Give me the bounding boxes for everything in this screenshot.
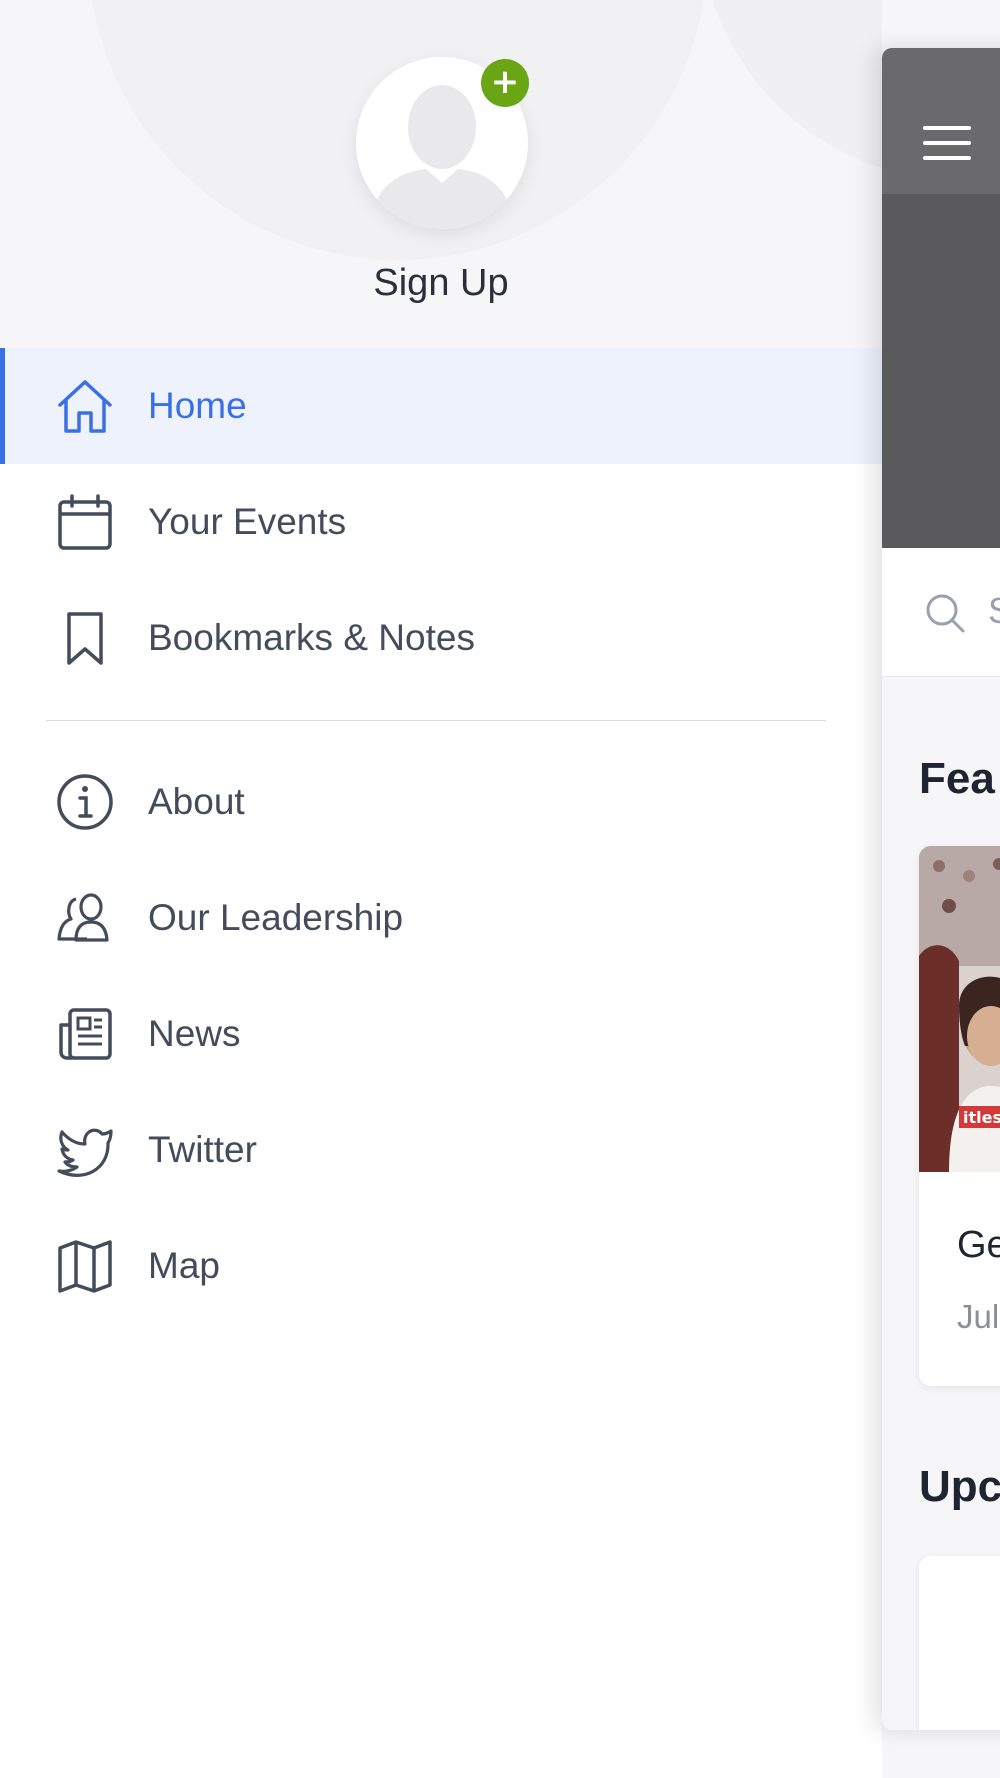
search-icon [926, 594, 965, 633]
svg-text:itless: itless [963, 1108, 1000, 1127]
menu-item-map[interactable]: Map [0, 1208, 882, 1324]
menu-item-our-leadership[interactable]: Our Leadership [0, 860, 882, 976]
main-screen-peek[interactable]: S Fea itless Ge Jul Upc [882, 48, 1000, 1730]
featured-section-title: Fea [919, 754, 995, 803]
menu-item-bookmarks-notes[interactable]: Bookmarks & Notes [0, 580, 882, 696]
drawer-header: + Sign Up [0, 0, 882, 348]
upcoming-event-card[interactable] [919, 1556, 1000, 1730]
menu-item-twitter[interactable]: Twitter [0, 1092, 882, 1208]
hamburger-menu-icon[interactable] [923, 126, 971, 160]
featured-event-card[interactable]: itless Ge Jul [919, 846, 1000, 1386]
search-placeholder: S [988, 590, 1000, 632]
menu-item-label: Home [148, 385, 247, 426]
home-icon [58, 380, 112, 433]
calendar-icon [58, 494, 112, 550]
info-icon [57, 774, 113, 830]
menu-item-label: About [148, 781, 245, 822]
event-date: Jul [957, 1298, 1000, 1335]
add-photo-button[interactable]: + [481, 59, 529, 107]
sign-up-link[interactable]: Sign Up [0, 262, 882, 305]
menu-item-label: Your Events [148, 501, 347, 542]
people-icon [57, 893, 109, 942]
upcoming-section-title: Upc [919, 1462, 1000, 1511]
menu-item-about[interactable]: About [0, 744, 882, 860]
decorative-circle [700, 0, 882, 180]
twitter-icon [57, 1128, 113, 1177]
newspaper-icon [59, 1008, 112, 1060]
menu-item-home[interactable]: Home [0, 348, 882, 464]
menu-item-label: Map [148, 1245, 220, 1286]
top-bar [882, 48, 1000, 194]
drawer-menu: Home Your Events Bookmarks & Notes About… [0, 348, 882, 1324]
menu-item-label: Our Leadership [148, 897, 404, 938]
bookmark-icon [67, 612, 103, 665]
navigation-drawer: + Sign Up Home Your Events Bookmarks & N… [0, 0, 882, 1778]
menu-item-label: News [148, 1013, 241, 1054]
menu-item-your-events[interactable]: Your Events [0, 464, 882, 580]
map-icon [58, 1240, 112, 1293]
menu-item-news[interactable]: News [0, 976, 882, 1092]
event-photo: itless [919, 846, 1000, 1172]
search-bar[interactable]: S [882, 548, 1000, 677]
hero-banner [882, 194, 1000, 548]
menu-divider [46, 720, 826, 721]
menu-item-label: Bookmarks & Notes [148, 617, 475, 658]
menu-item-label: Twitter [148, 1129, 257, 1170]
event-title: Ge [957, 1224, 1000, 1266]
